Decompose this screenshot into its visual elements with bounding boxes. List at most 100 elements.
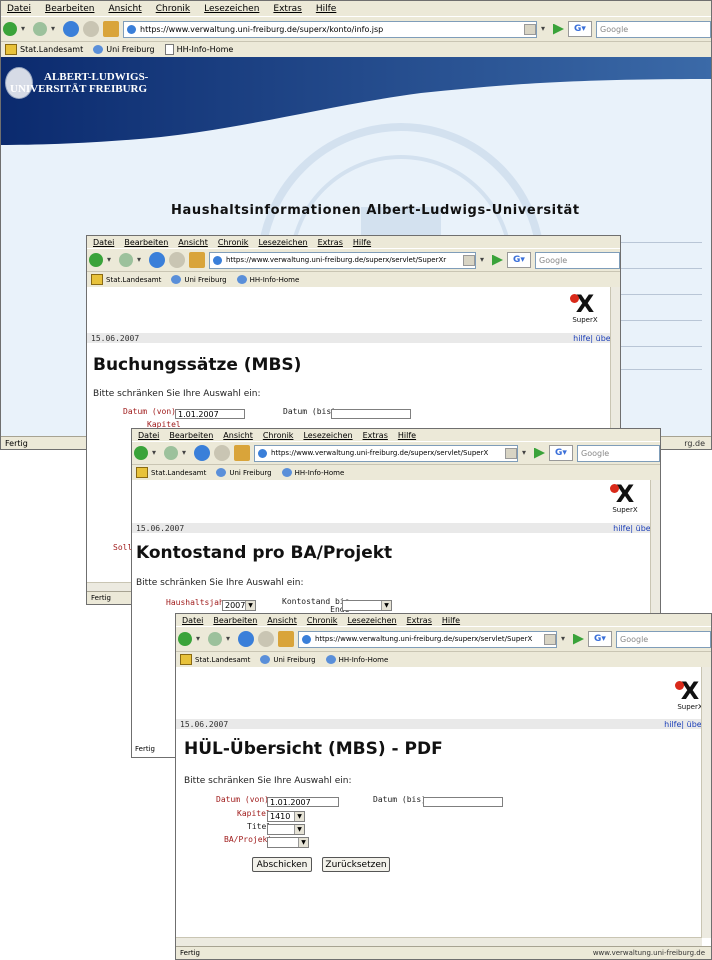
bookmark-uni-freiburg[interactable]: Uni Freiburg	[171, 275, 227, 284]
bookmark-stat-landesamt[interactable]: Stat.Landesamt	[136, 467, 206, 478]
back-icon[interactable]	[178, 632, 192, 646]
menu-hilfe[interactable]: Hilfe	[316, 4, 336, 14]
kontostand-select[interactable]: ▼	[342, 600, 392, 611]
forward-icon[interactable]	[119, 253, 133, 267]
bookmark-hh-info-home[interactable]: HH-Info-Home	[164, 44, 233, 55]
bookmark-stat-landesamt[interactable]: Stat.Landesamt	[91, 274, 161, 285]
menu-lesezeichen[interactable]: Lesezeichen	[347, 616, 396, 625]
zuruecksetzen-button[interactable]: Zurücksetzen	[322, 857, 390, 872]
back-icon[interactable]	[3, 22, 17, 36]
menu-bearbeiten[interactable]: Bearbeiten	[124, 238, 168, 247]
vertical-scrollbar[interactable]	[701, 667, 711, 938]
menu-bearbeiten[interactable]: Bearbeiten	[169, 431, 213, 440]
menu-datei[interactable]: Datei	[93, 238, 114, 247]
feed-icon[interactable]	[463, 254, 475, 266]
back-icon[interactable]	[89, 253, 103, 267]
menu-ansicht[interactable]: Ansicht	[178, 238, 208, 247]
menu-ansicht[interactable]: Ansicht	[267, 616, 297, 625]
bookmark-hh-info-home[interactable]: HH-Info-Home	[281, 468, 344, 477]
menu-datei[interactable]: Datei	[138, 431, 159, 440]
menu-extras[interactable]: Extras	[407, 616, 432, 625]
abschicken-button[interactable]: Abschicken	[252, 857, 312, 872]
chevron-down-icon[interactable]: ▾	[561, 635, 569, 643]
bookmark-stat-landesamt[interactable]: Stat.Landesamt	[180, 654, 250, 665]
url-bar[interactable]: https://www.verwaltung.uni-freiburg.de/s…	[209, 251, 476, 269]
menu-bearbeiten[interactable]: Bearbeiten	[45, 4, 94, 14]
datum-von-input[interactable]: 1.01.2007	[267, 797, 339, 807]
menu-ansicht[interactable]: Ansicht	[108, 4, 141, 14]
go-icon[interactable]	[553, 23, 564, 35]
stop-icon[interactable]	[169, 252, 185, 268]
chevron-down-icon[interactable]: ▾	[541, 25, 549, 33]
ba-projekt-select[interactable]: ▼	[267, 837, 309, 848]
kapitel-select[interactable]: 1410 ▼	[267, 811, 305, 822]
forward-icon[interactable]	[208, 632, 222, 646]
home-icon[interactable]	[103, 21, 119, 37]
bookmark-hh-info-home[interactable]: HH-Info-Home	[325, 655, 388, 664]
reload-icon[interactable]	[149, 252, 165, 268]
chevron-down-icon[interactable]: ▾	[51, 25, 59, 33]
datum-von-input[interactable]: 1.01.2007	[175, 409, 245, 419]
forward-icon[interactable]	[164, 446, 178, 460]
chevron-down-icon[interactable]: ▾	[226, 635, 234, 643]
search-engine-button[interactable]: G▾	[588, 631, 612, 647]
menu-ansicht[interactable]: Ansicht	[223, 431, 253, 440]
chevron-down-icon[interactable]: ▾	[21, 25, 29, 33]
reload-icon[interactable]	[194, 445, 210, 461]
url-bar[interactable]: https://www.verwaltung.uni-freiburg.de/s…	[123, 20, 537, 38]
search-input[interactable]: Google	[596, 20, 711, 38]
url-bar[interactable]: https://www.verwaltung.uni-freiburg.de/s…	[254, 444, 518, 462]
chevron-down-icon[interactable]: ▾	[480, 256, 488, 264]
menu-bearbeiten[interactable]: Bearbeiten	[213, 616, 257, 625]
url-bar[interactable]: https://www.verwaltung.uni-freiburg.de/s…	[298, 630, 557, 648]
menu-extras[interactable]: Extras	[273, 4, 301, 14]
menu-hilfe[interactable]: Hilfe	[353, 238, 371, 247]
go-icon[interactable]	[492, 254, 503, 266]
back-icon[interactable]	[134, 446, 148, 460]
feed-icon[interactable]	[505, 447, 517, 459]
menu-datei[interactable]: Datei	[182, 616, 203, 625]
search-input[interactable]: Google	[535, 251, 620, 269]
chevron-down-icon[interactable]: ▾	[182, 449, 190, 457]
bookmark-hh-info-home[interactable]: HH-Info-Home	[236, 275, 299, 284]
go-icon[interactable]	[534, 447, 545, 459]
home-icon[interactable]	[278, 631, 294, 647]
stop-icon[interactable]	[214, 445, 230, 461]
menu-chronik[interactable]: Chronik	[263, 431, 294, 440]
search-engine-button[interactable]: G▾	[568, 21, 592, 37]
stop-icon[interactable]	[258, 631, 274, 647]
menu-lesezeichen[interactable]: Lesezeichen	[258, 238, 307, 247]
datum-bis-input[interactable]	[423, 797, 503, 807]
menu-lesezeichen[interactable]: Lesezeichen	[204, 4, 259, 14]
menu-extras[interactable]: Extras	[363, 431, 388, 440]
menu-hilfe[interactable]: Hilfe	[398, 431, 416, 440]
forward-icon[interactable]	[33, 22, 47, 36]
reload-icon[interactable]	[63, 21, 79, 37]
go-icon[interactable]	[573, 633, 584, 645]
chevron-down-icon[interactable]: ▾	[137, 256, 145, 264]
bookmark-uni-freiburg[interactable]: Uni Freiburg	[216, 468, 272, 477]
home-icon[interactable]	[234, 445, 250, 461]
stop-icon[interactable]	[83, 21, 99, 37]
chevron-down-icon[interactable]: ▾	[522, 449, 530, 457]
search-engine-button[interactable]: G▾	[507, 252, 531, 268]
bookmark-stat-landesamt[interactable]: Stat.Landesamt	[5, 44, 83, 55]
menu-chronik[interactable]: Chronik	[156, 4, 190, 14]
browser-window-huel-uebersicht[interactable]: Datei Bearbeiten Ansicht Chronik Lesezei…	[175, 613, 712, 960]
bookmark-uni-freiburg[interactable]: Uni Freiburg	[93, 45, 155, 54]
chevron-down-icon[interactable]: ▾	[152, 449, 160, 457]
menu-lesezeichen[interactable]: Lesezeichen	[303, 431, 352, 440]
titel-select[interactable]: ▼	[267, 824, 305, 835]
bookmark-uni-freiburg[interactable]: Uni Freiburg	[260, 655, 316, 664]
search-input[interactable]: Google	[577, 444, 660, 462]
feed-icon[interactable]	[544, 633, 556, 645]
reload-icon[interactable]	[238, 631, 254, 647]
menu-datei[interactable]: Datei	[7, 4, 31, 14]
menu-chronik[interactable]: Chronik	[218, 238, 249, 247]
search-input[interactable]: Google	[616, 630, 711, 648]
chevron-down-icon[interactable]: ▾	[196, 635, 204, 643]
search-engine-button[interactable]: G▾	[549, 445, 573, 461]
menu-extras[interactable]: Extras	[318, 238, 343, 247]
menu-hilfe[interactable]: Hilfe	[442, 616, 460, 625]
chevron-down-icon[interactable]: ▾	[107, 256, 115, 264]
